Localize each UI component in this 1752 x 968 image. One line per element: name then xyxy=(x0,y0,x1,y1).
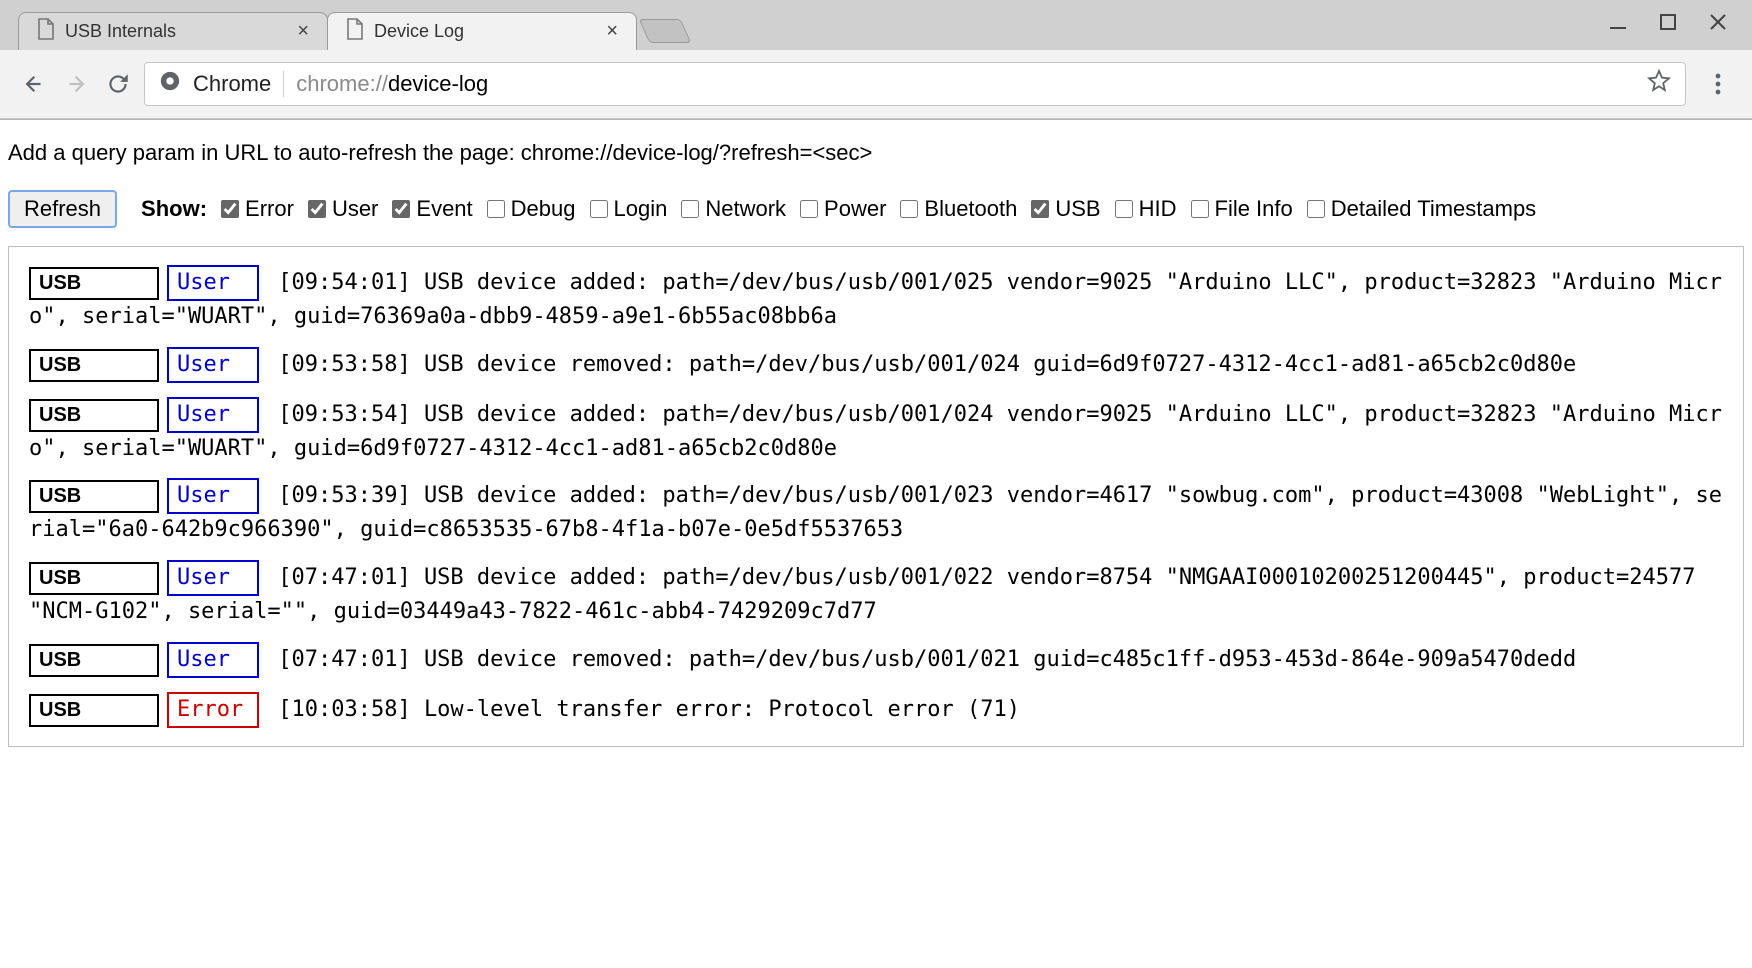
filter-debug[interactable]: Debug xyxy=(487,196,576,222)
log-message: [09:53:39] USB device added: path=/dev/b… xyxy=(29,483,1722,542)
maximize-icon[interactable] xyxy=(1658,12,1678,32)
log-entry: USBError [10:03:58] Low-level transfer e… xyxy=(29,692,1723,728)
log-entry: USBUser [07:47:01] USB device removed: p… xyxy=(29,642,1723,678)
filter-login-checkbox[interactable] xyxy=(590,200,608,218)
site-info-icon[interactable] xyxy=(159,70,181,98)
omnibox-divider xyxy=(283,71,284,97)
filter-usb-checkbox[interactable] xyxy=(1031,200,1049,218)
tab-device-log[interactable]: Device Log × xyxy=(327,12,637,50)
filter-error-checkbox[interactable] xyxy=(221,200,239,218)
log-entry: USBUser [09:53:58] USB device removed: p… xyxy=(29,347,1723,383)
filter-fileinfo[interactable]: File Info xyxy=(1191,196,1293,222)
filter-debug-label: Debug xyxy=(511,196,576,222)
log-message: [09:54:01] USB device added: path=/dev/b… xyxy=(29,270,1722,329)
close-tab-icon[interactable]: × xyxy=(297,20,309,43)
log-level-badge: User xyxy=(167,560,259,596)
filter-fileinfo-checkbox[interactable] xyxy=(1191,200,1209,218)
close-window-icon[interactable] xyxy=(1708,12,1728,32)
log-entry: USBUser [09:53:54] USB device added: pat… xyxy=(29,397,1723,465)
refresh-button[interactable]: Refresh xyxy=(8,190,117,228)
filter-error[interactable]: Error xyxy=(221,196,294,222)
log-entry: USBUser [07:47:01] USB device added: pat… xyxy=(29,560,1723,628)
new-tab-button[interactable] xyxy=(639,19,692,43)
filter-network-label: Network xyxy=(705,196,786,222)
log-type-badge: USB xyxy=(29,480,159,513)
minimize-icon[interactable] xyxy=(1608,12,1628,32)
log-level-badge: User xyxy=(167,397,259,433)
filter-detailed-label: Detailed Timestamps xyxy=(1331,196,1536,222)
log-entry: USBUser [09:53:39] USB device added: pat… xyxy=(29,478,1723,546)
browser-chrome: USB Internals × Device Log × xyxy=(0,0,1752,120)
omnibox[interactable]: Chrome chrome://device-log xyxy=(144,62,1686,106)
log-message: [07:47:01] USB device removed: path=/dev… xyxy=(265,647,1576,672)
tab-title: USB Internals xyxy=(65,21,287,42)
window-controls xyxy=(1608,12,1728,32)
forward-button[interactable] xyxy=(60,68,92,100)
filter-login-label: Login xyxy=(614,196,668,222)
log-type-badge: USB xyxy=(29,399,159,432)
back-button[interactable] xyxy=(18,68,50,100)
filter-bluetooth-label: Bluetooth xyxy=(924,196,1017,222)
filter-event-label: Event xyxy=(416,196,472,222)
security-label: Chrome xyxy=(193,71,271,97)
filter-user-checkbox[interactable] xyxy=(308,200,326,218)
filter-bluetooth[interactable]: Bluetooth xyxy=(900,196,1017,222)
page-icon xyxy=(346,18,364,45)
log-level-badge: User xyxy=(167,642,259,678)
log-controls: Refresh Show: Error User Event Debug Login Ne… xyxy=(8,190,1744,228)
filter-user-label: User xyxy=(332,196,378,222)
filter-error-label: Error xyxy=(245,196,294,222)
close-tab-icon[interactable]: × xyxy=(606,20,618,43)
filter-power-checkbox[interactable] xyxy=(800,200,818,218)
show-label: Show: xyxy=(141,196,207,222)
filter-hid-checkbox[interactable] xyxy=(1115,200,1133,218)
log-type-badge: USB xyxy=(29,562,159,595)
filter-bluetooth-checkbox[interactable] xyxy=(900,200,918,218)
tab-title: Device Log xyxy=(374,21,596,42)
filter-network[interactable]: Network xyxy=(681,196,786,222)
filter-power-label: Power xyxy=(824,196,886,222)
page-icon xyxy=(37,18,55,45)
filter-event-checkbox[interactable] xyxy=(392,200,410,218)
filter-detailed[interactable]: Detailed Timestamps xyxy=(1307,196,1536,222)
log-message: [07:47:01] USB device added: path=/dev/b… xyxy=(29,565,1695,624)
log-type-badge: USB xyxy=(29,349,159,382)
log-type-badge: USB xyxy=(29,267,159,300)
omnibox-url: chrome://device-log xyxy=(296,71,488,97)
log-message: [10:03:58] Low-level transfer error: Pro… xyxy=(265,697,1020,722)
filter-event[interactable]: Event xyxy=(392,196,472,222)
log-message: [09:53:58] USB device removed: path=/dev… xyxy=(265,352,1576,377)
log-level-badge: User xyxy=(167,347,259,383)
tab-usb-internals[interactable]: USB Internals × xyxy=(18,12,328,50)
log-container: USBUser [09:54:01] USB device added: pat… xyxy=(8,246,1744,747)
chrome-menu-button[interactable] xyxy=(1702,72,1734,96)
filter-user[interactable]: User xyxy=(308,196,378,222)
auto-refresh-hint: Add a query param in URL to auto-refresh… xyxy=(8,140,1744,166)
filter-usb[interactable]: USB xyxy=(1031,196,1100,222)
log-type-badge: USB xyxy=(29,694,159,727)
filter-power[interactable]: Power xyxy=(800,196,886,222)
log-message: [09:53:54] USB device added: path=/dev/b… xyxy=(29,402,1722,461)
filter-fileinfo-label: File Info xyxy=(1215,196,1293,222)
log-level-badge: Error xyxy=(167,692,259,728)
log-level-badge: User xyxy=(167,265,259,301)
log-type-badge: USB xyxy=(29,644,159,677)
filter-detailed-checkbox[interactable] xyxy=(1307,200,1325,218)
tab-strip: USB Internals × Device Log × xyxy=(0,0,1752,50)
toolbar: Chrome chrome://device-log xyxy=(0,50,1752,119)
log-level-badge: User xyxy=(167,478,259,514)
bookmark-star-icon[interactable] xyxy=(1647,69,1671,99)
filter-login[interactable]: Login xyxy=(590,196,668,222)
reload-button[interactable] xyxy=(102,68,134,100)
device-log-page: Add a query param in URL to auto-refresh… xyxy=(0,120,1752,779)
filter-network-checkbox[interactable] xyxy=(681,200,699,218)
filter-usb-label: USB xyxy=(1055,196,1100,222)
log-entry: USBUser [09:54:01] USB device added: pat… xyxy=(29,265,1723,333)
filter-hid-label: HID xyxy=(1139,196,1177,222)
filter-hid[interactable]: HID xyxy=(1115,196,1177,222)
filter-debug-checkbox[interactable] xyxy=(487,200,505,218)
